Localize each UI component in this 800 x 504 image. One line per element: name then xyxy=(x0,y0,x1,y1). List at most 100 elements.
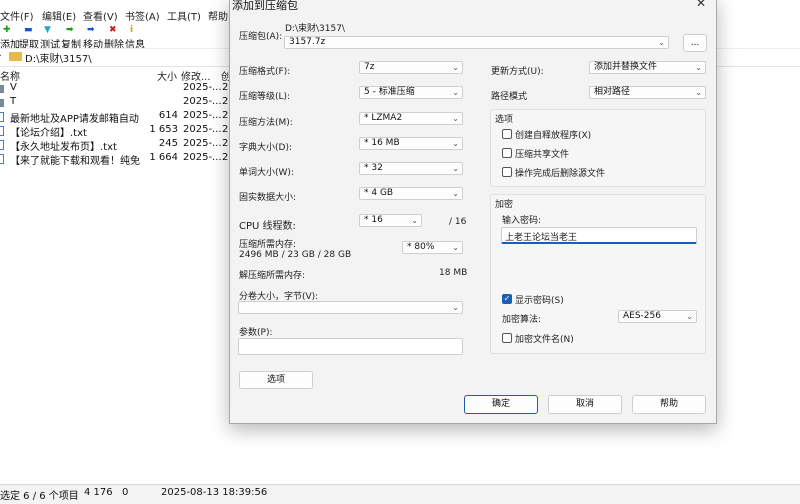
folder-icon xyxy=(0,99,4,107)
compress-shared-label: 压缩共享文件 xyxy=(515,150,570,160)
password-label: 输入密码: xyxy=(502,216,542,226)
status-bar: 选定 6 / 6 个项目 4 176 0 2025-08-13 18:39:56 xyxy=(0,484,800,504)
path-mode-combo[interactable]: 相对路径 ⌄ xyxy=(589,86,706,99)
file-row[interactable]: T 2025-... 2 xyxy=(0,96,230,110)
delete-after-checkbox[interactable] xyxy=(502,167,512,177)
info-icon[interactable]: ⅰ xyxy=(130,25,133,35)
encryption-group: 加密 输入密码: 上老王论坛当老王 ✓ 显示密码(S) 加密算法: AES-25… xyxy=(490,194,706,354)
dictionary-value: * 16 MB xyxy=(364,138,400,148)
chevron-down-icon: ⌄ xyxy=(452,114,459,123)
method-value: * LZMA2 xyxy=(364,113,403,123)
file-size: 1 653 xyxy=(149,124,178,135)
file-modified: 2025-... xyxy=(183,152,221,163)
cancel-button[interactable]: 取消 xyxy=(548,395,622,414)
chevron-down-icon: ⌄ xyxy=(452,243,459,252)
delete-icon[interactable]: ✖ xyxy=(109,25,117,35)
close-icon[interactable]: ✕ xyxy=(696,0,706,10)
status-size: 4 176 xyxy=(84,487,113,498)
cpu-threads-label: CPU 线程数: xyxy=(239,221,296,232)
update-mode-combo[interactable]: 添加并替换文件 ⌄ xyxy=(589,61,706,74)
format-label: 压缩格式(F): xyxy=(239,67,291,77)
menu-edit[interactable]: 编辑(E) xyxy=(42,8,76,23)
compress-shared-checkbox[interactable] xyxy=(502,148,512,158)
menu-help[interactable]: 帮助 xyxy=(208,8,228,23)
move-icon[interactable]: ➡ xyxy=(87,25,95,35)
create-sfx-checkbox[interactable] xyxy=(502,129,512,139)
archive-name: 3157.7z xyxy=(289,37,326,47)
level-combo[interactable]: 5 - 标准压缩 ⌄ xyxy=(359,86,463,99)
menu-tools[interactable]: 工具(T) xyxy=(167,8,201,23)
status-packed: 0 xyxy=(122,487,129,498)
text-file-icon xyxy=(0,112,4,122)
archive-name-combo[interactable]: 3157.7z ⌄ xyxy=(284,36,669,49)
file-row[interactable]: 【论坛介绍】.txt 1 653 2025-... 2 xyxy=(0,124,230,139)
menu-view[interactable]: 查看(V) xyxy=(83,8,118,23)
ok-button[interactable]: 确定 xyxy=(464,395,538,414)
chevron-down-icon: ⌄ xyxy=(658,38,665,47)
encryption-group-title: 加密 xyxy=(495,200,514,210)
menu-file[interactable]: 文件(F) xyxy=(0,8,34,23)
column-modified[interactable]: 修改... xyxy=(181,68,211,83)
encryption-method-combo[interactable]: AES-256 ⌄ xyxy=(618,310,697,323)
browse-button[interactable]: ... xyxy=(683,34,707,52)
text-file-icon xyxy=(0,126,4,136)
cpu-threads-max: / 16 xyxy=(449,217,467,227)
compress-memory-value: 2496 MB / 23 GB / 28 GB xyxy=(239,250,352,260)
create-sfx-label: 创建自释放程序(X) xyxy=(515,131,592,141)
file-row[interactable]: V 2025-... 2 xyxy=(0,82,230,96)
cpu-threads-combo[interactable]: * 16 ⌄ xyxy=(359,214,422,227)
file-list-header: 名称 大小 修改... 创 xyxy=(0,68,231,83)
file-row[interactable]: 【永久地址发布页】.txt 245 2025-... 2 xyxy=(0,138,230,153)
file-name: V xyxy=(10,82,17,93)
column-name[interactable]: 名称 xyxy=(0,68,20,83)
encryption-method-label: 加密算法: xyxy=(502,315,542,325)
file-name: T xyxy=(10,96,17,107)
add-icon[interactable]: ✚ xyxy=(3,25,11,35)
show-password-label: 显示密码(S) xyxy=(515,296,564,306)
split-size-combo[interactable]: ⌄ xyxy=(238,301,463,314)
text-file-icon xyxy=(0,140,4,150)
encrypt-names-checkbox[interactable] xyxy=(502,333,512,343)
path-mode-label: 路径模式 xyxy=(491,92,528,102)
chevron-down-icon: ⌄ xyxy=(452,164,459,173)
show-password-checkbox[interactable]: ✓ xyxy=(502,294,512,304)
word-size-value: * 32 xyxy=(364,163,383,173)
status-datetime: 2025-08-13 18:39:56 xyxy=(161,487,268,498)
chevron-down-icon: ⌄ xyxy=(452,303,459,312)
memory-percent-combo[interactable]: * 80% ⌄ xyxy=(402,241,463,254)
file-row[interactable]: 最新地址及APP请发邮箱自动... 614 2025-... 2 xyxy=(0,110,230,125)
file-name: 最新地址及APP请发邮箱自动... xyxy=(10,114,140,125)
file-modified: 2025-... xyxy=(183,110,221,121)
update-mode-label: 更新方式(U): xyxy=(491,67,544,77)
file-name: 【论坛介绍】.txt xyxy=(10,128,87,139)
dialog-titlebar[interactable]: 添加到压缩包 ✕ xyxy=(230,0,716,15)
decompress-memory-label: 解压缩所需内存: xyxy=(239,271,306,281)
column-size[interactable]: 大小 xyxy=(157,68,177,83)
parameters-label: 参数(P): xyxy=(239,328,273,338)
chevron-down-icon: ⌄ xyxy=(411,216,418,225)
file-modified: 2025-... xyxy=(183,96,221,107)
update-mode-value: 添加并替换文件 xyxy=(594,62,658,72)
chevron-down-icon: ⌄ xyxy=(695,63,702,72)
parameters-input[interactable] xyxy=(238,338,463,355)
method-combo[interactable]: * LZMA2 ⌄ xyxy=(359,112,463,125)
file-modified: 2025-... xyxy=(183,82,221,93)
options-button[interactable]: 选项 xyxy=(239,371,313,389)
solid-size-combo[interactable]: * 4 GB ⌄ xyxy=(359,187,463,200)
dictionary-combo[interactable]: * 16 MB ⌄ xyxy=(359,137,463,150)
help-button[interactable]: 帮助 xyxy=(632,395,706,414)
menu-bookmarks[interactable]: 书签(A) xyxy=(125,8,160,23)
format-combo[interactable]: 7z ⌄ xyxy=(359,61,463,74)
chevron-down-icon: ⌄ xyxy=(686,312,693,321)
chevron-down-icon: ⌄ xyxy=(452,63,459,72)
password-input[interactable]: 上老王论坛当老王 xyxy=(501,227,697,244)
copy-icon[interactable]: ➡ xyxy=(66,25,74,35)
path-mode-value: 相对路径 xyxy=(594,87,631,97)
file-row[interactable]: 【来了就能下载和观看！纯免... 1 664 2025-... 2 xyxy=(0,152,230,167)
word-size-combo[interactable]: * 32 ⌄ xyxy=(359,162,463,175)
memory-percent-value: * 80% xyxy=(407,242,435,252)
word-size-label: 单词大小(W): xyxy=(239,168,294,178)
test-icon[interactable]: ▼ xyxy=(44,25,51,35)
delete-after-label: 操作完成后删除源文件 xyxy=(515,169,606,179)
extract-icon[interactable]: ▬ xyxy=(24,25,33,35)
